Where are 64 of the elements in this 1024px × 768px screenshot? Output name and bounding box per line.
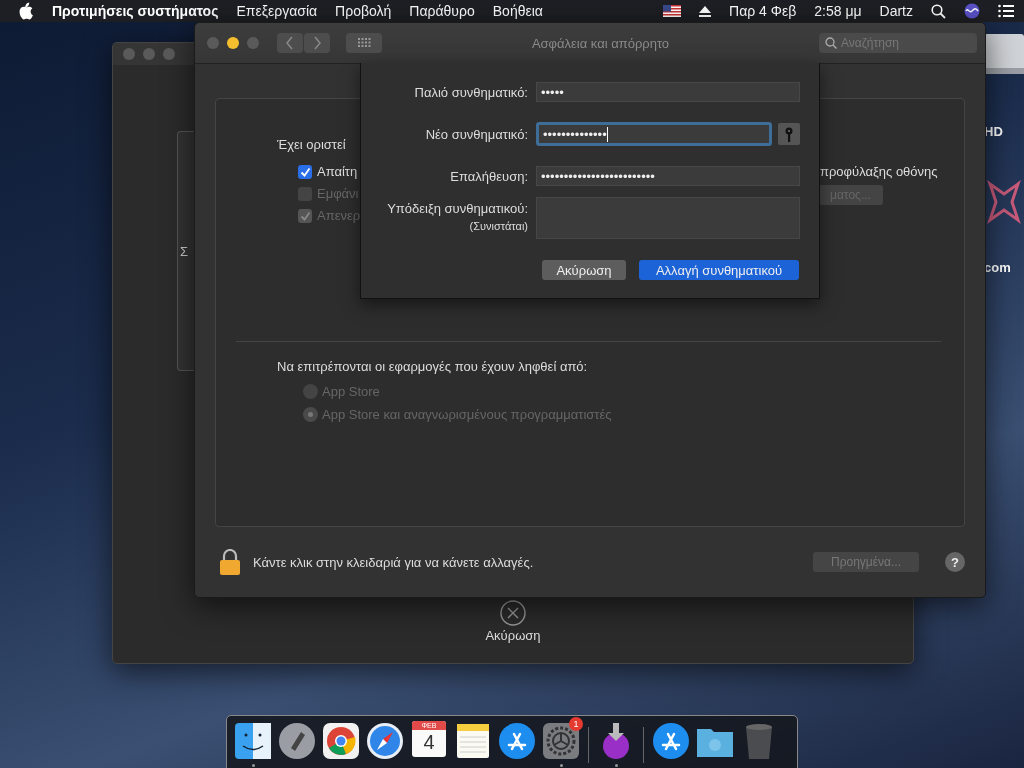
checkbox-label: Εμφάνι: [317, 186, 359, 201]
checkbox-label: Απαίτη: [317, 164, 358, 179]
password-dots: ••••••••••••••: [543, 126, 607, 142]
help-button[interactable]: ?: [945, 552, 965, 572]
back-button[interactable]: [277, 33, 303, 53]
label-text: Σ: [180, 243, 190, 259]
menu-item[interactable]: Παράθυρο: [409, 3, 475, 19]
cancel-button[interactable]: Ακύρωση: [542, 260, 626, 280]
section-heading: Έχει οριστεί: [277, 137, 347, 152]
option-text: προφύλαξης οθόνης: [820, 164, 938, 179]
password-field[interactable]: ••••••••••••••: [536, 122, 772, 146]
eject-icon[interactable]: [699, 5, 712, 17]
field-label: Νέο συνθηματικό:: [424, 126, 528, 142]
padlock-icon[interactable]: [219, 549, 241, 575]
list-icon[interactable]: [998, 4, 1014, 18]
radio-label: App Store: [322, 384, 380, 399]
change-password-button[interactable]: Αλλαγή συνθηματικού: [639, 260, 799, 280]
password-assistant-button[interactable]: [778, 123, 800, 145]
app-store-icon[interactable]: [651, 721, 691, 761]
chevron-right-icon: [313, 36, 321, 50]
show-all-button[interactable]: [346, 33, 382, 53]
menu-bar-date[interactable]: Παρ 4 Φεβ: [729, 3, 797, 19]
field-label: Υπόδειξη συνθηματικού:: [387, 201, 528, 216]
key-icon: [784, 126, 794, 142]
search-icon: [825, 37, 837, 49]
radio-label: App Store και αναγνωρισμένους προγραμματιστές: [322, 407, 612, 422]
flag-icon[interactable]: [663, 5, 682, 17]
checkmark-icon: [299, 166, 311, 177]
siri-icon[interactable]: [964, 3, 980, 19]
password-dots: •••••••••••••••••••••••••: [541, 168, 655, 184]
calendar-day: 4: [423, 730, 435, 755]
apple-logo-icon[interactable]: [18, 2, 34, 20]
compass-icon[interactable]: [365, 721, 405, 761]
menu-bar-clock[interactable]: 2:58 μμ: [814, 3, 862, 19]
search-icon[interactable]: [931, 3, 946, 19]
checkmark-icon: [299, 210, 311, 221]
window-title: Ασφάλεια και απόρρητο: [530, 35, 671, 51]
password-field[interactable]: •••••••••••••••••••••••••: [536, 166, 800, 186]
app-menu[interactable]: Προτιμήσεις συστήματος: [52, 3, 219, 19]
finder-icon[interactable]: [233, 721, 273, 761]
menu-item[interactable]: Προβολή: [335, 3, 392, 19]
menu-item[interactable]: Βοήθεια: [492, 3, 543, 19]
field-label: Παλιό συνθηματικό:: [413, 84, 528, 100]
password-dots: •••••: [541, 84, 564, 100]
checkbox-label: Απενερ: [317, 208, 361, 223]
notification-badge: 1: [569, 717, 583, 731]
menu-item[interactable]: Επεξεργασία: [236, 3, 318, 19]
cancel-icon[interactable]: [500, 600, 526, 626]
section-heading: Να επιτρέπονται οι εφαρμογές που έχουν ληφθεί από:: [277, 359, 589, 374]
checkbox[interactable]: [298, 164, 312, 179]
forward-button[interactable]: [304, 33, 330, 53]
cancel-label[interactable]: Ακύρωση: [485, 628, 541, 643]
minimize-button[interactable]: [227, 37, 239, 49]
user-menu[interactable]: Dartz: [879, 3, 913, 19]
field-note: (Συνιστάται): [469, 220, 528, 232]
hint-field[interactable]: [536, 197, 800, 239]
grid-icon: [357, 38, 371, 48]
chrome-icon[interactable]: [321, 721, 361, 761]
password-field[interactable]: •••••: [536, 82, 800, 102]
app-store-icon[interactable]: [497, 721, 537, 761]
gear-icon[interactable]: [541, 721, 581, 761]
field-label: Επαλήθευση:: [449, 168, 528, 184]
lock-message: Κάντε κλικ στην κλειδαριά για να κάνετε αλλαγές.: [253, 554, 534, 570]
chevron-left-icon: [286, 36, 294, 50]
